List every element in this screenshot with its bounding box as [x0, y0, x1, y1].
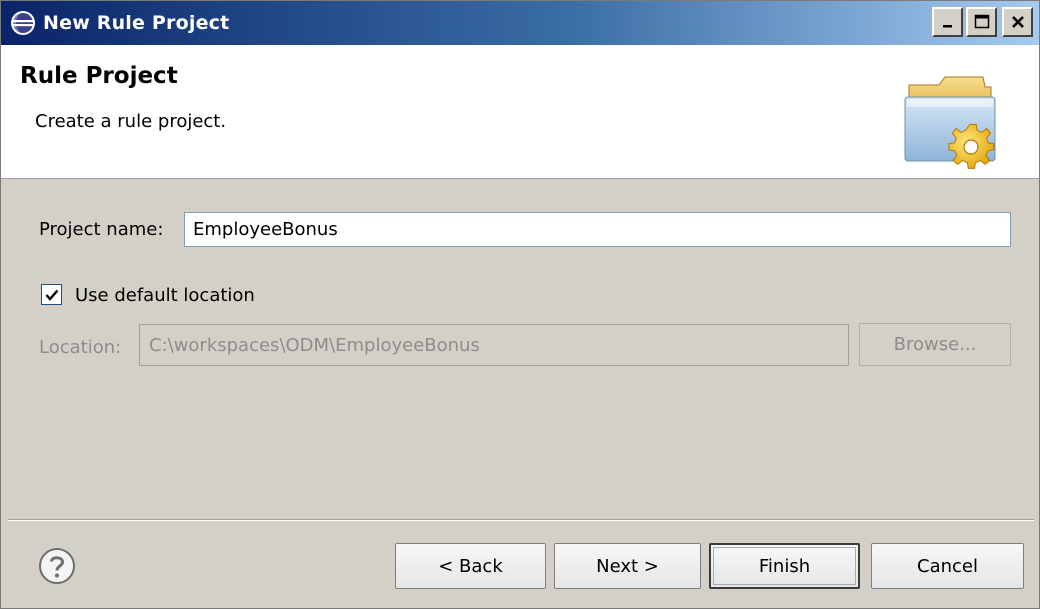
- checkmark-icon: [45, 289, 58, 301]
- maximize-button[interactable]: [966, 7, 997, 37]
- next-button[interactable]: Next >: [554, 543, 701, 589]
- minimize-icon: [942, 25, 952, 28]
- finish-button[interactable]: Finish: [709, 543, 860, 589]
- wizard-header: Rule Project Create a rule project.: [1, 45, 1039, 179]
- minimize-button[interactable]: [932, 7, 963, 37]
- page-description: Create a rule project.: [35, 111, 227, 132]
- title-bar[interactable]: New Rule Project: [1, 1, 1039, 45]
- folder-gear-icon: [899, 67, 1005, 177]
- window-title: New Rule Project: [43, 12, 230, 34]
- new-rule-project-dialog: New Rule Project Rule Project Create a r…: [0, 0, 1040, 609]
- help-button[interactable]: [37, 546, 77, 586]
- close-button[interactable]: [1002, 7, 1033, 37]
- use-default-location-checkbox[interactable]: [41, 284, 62, 305]
- page-title: Rule Project: [20, 63, 178, 89]
- eclipse-icon: [7, 7, 39, 39]
- window-controls: [932, 7, 1033, 37]
- help-icon: [39, 548, 75, 584]
- cancel-button[interactable]: Cancel: [871, 543, 1024, 589]
- back-button[interactable]: < Back: [395, 543, 546, 589]
- use-default-location-label[interactable]: Use default location: [75, 285, 255, 306]
- project-name-label: Project name:: [39, 219, 164, 240]
- location-input: [139, 324, 849, 366]
- browse-button: Browse...: [859, 323, 1011, 366]
- maximize-icon: [974, 14, 989, 29]
- finish-button-label: Finish: [713, 547, 856, 585]
- project-name-input[interactable]: [184, 212, 1011, 247]
- footer-divider: [8, 519, 1034, 521]
- location-label: Location:: [39, 337, 122, 358]
- close-icon: [1011, 16, 1024, 28]
